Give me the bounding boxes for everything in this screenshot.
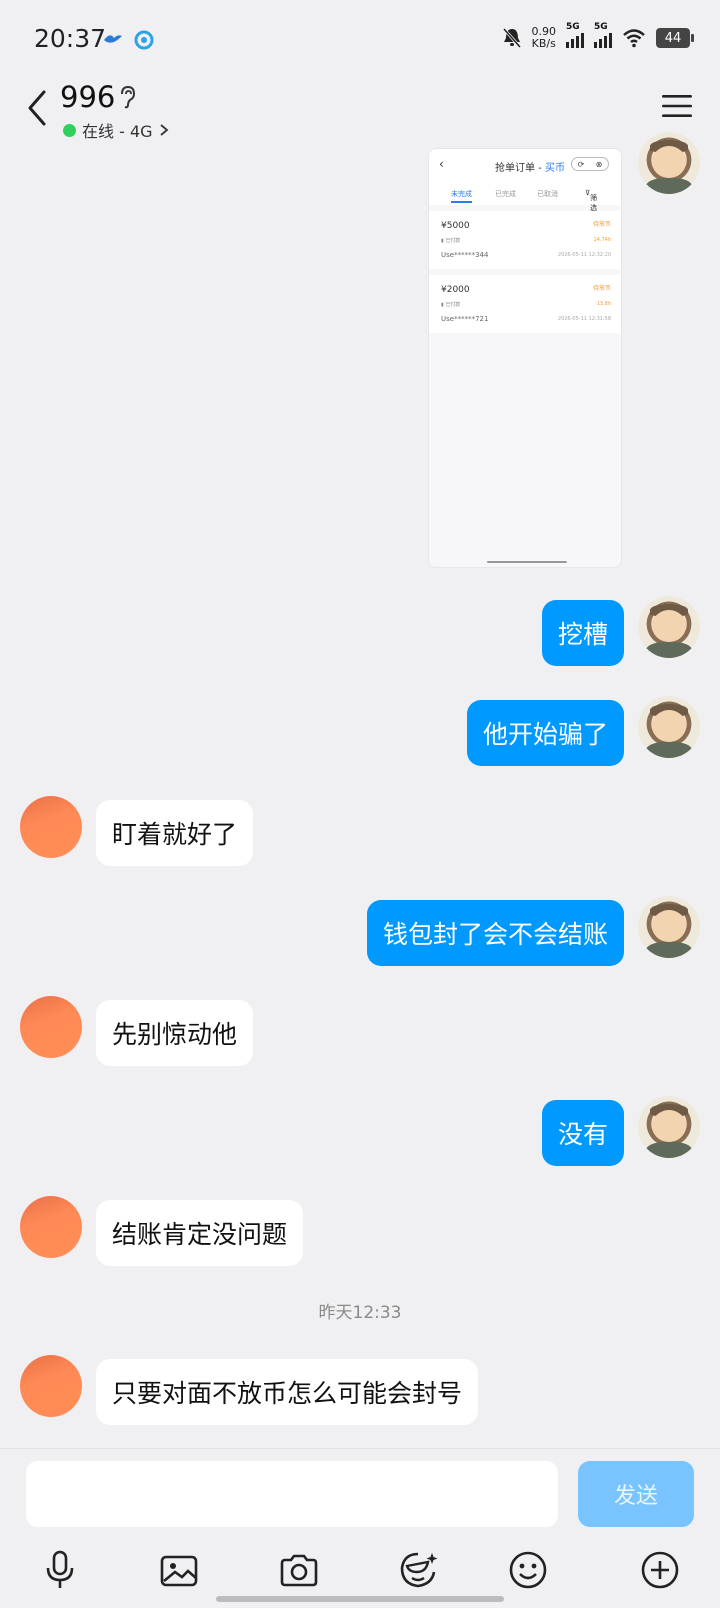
sent-message-bubble[interactable]: 钱包封了会不会结账 <box>366 900 624 966</box>
contact-avatar[interactable] <box>20 1196 82 1258</box>
status-time: 20:37 <box>34 24 107 53</box>
back-arrow-icon[interactable] <box>22 88 52 128</box>
signal-sim2: 5G <box>594 22 612 48</box>
presence-label: 在线 - 4G <box>82 122 153 141</box>
bell-muted-icon <box>502 28 521 48</box>
sent-message-bubble[interactable]: 他开始骗了 <box>466 700 624 766</box>
chat-title[interactable]: 996 <box>60 80 115 114</box>
send-button[interactable]: 发送 <box>578 1461 694 1527</box>
received-message-bubble[interactable]: 结账肯定没问题 <box>96 1200 304 1266</box>
app-notification-icon <box>134 30 154 50</box>
received-message-bubble[interactable]: 盯着就好了 <box>96 800 254 866</box>
signal-sim1: 5G <box>566 22 584 48</box>
my-avatar[interactable] <box>638 132 700 194</box>
timestamp-divider: 昨天12:33 <box>318 1303 402 1323</box>
menu-icon[interactable] <box>662 94 692 118</box>
wifi-icon <box>623 29 645 48</box>
online-dot <box>63 123 76 137</box>
emoji-icon[interactable] <box>505 1547 551 1593</box>
shot-order-card: ¥5000 待放币 ▮ 已付款 14.74h Use******344 2026… <box>429 211 621 269</box>
sent-message-bubble[interactable]: 没有 <box>541 1100 624 1166</box>
chevron-right-icon <box>159 124 168 136</box>
received-message-bubble[interactable]: 先别惊动他 <box>96 1000 254 1066</box>
shot-filter: ⊽ 筛选 <box>585 189 598 212</box>
image-message[interactable]: ‹ 抢单订单 - 买币 ⟳ ⊗ 未完成 已完成 已取消 ⊽ 筛选 ¥5000 待放… <box>428 148 622 568</box>
received-message-bubble[interactable]: 只要对面不放币怎么可能会封号 <box>96 1359 479 1425</box>
contact-avatar[interactable] <box>20 996 82 1058</box>
shot-home-bar <box>487 561 567 563</box>
my-avatar[interactable] <box>638 896 700 958</box>
contact-avatar[interactable] <box>20 1355 82 1417</box>
sticker-icon[interactable] <box>396 1547 442 1593</box>
battery-indicator: 44 <box>656 28 694 48</box>
shot-back-icon: ‹ <box>439 157 444 171</box>
sent-message-bubble[interactable]: 挖槽 <box>541 600 624 666</box>
my-avatar[interactable] <box>638 596 700 658</box>
notification-icons <box>102 30 154 50</box>
ear-icon[interactable] <box>118 85 136 109</box>
composer-toolbar <box>0 1547 720 1593</box>
my-avatar[interactable] <box>638 696 700 758</box>
composer: 发送 <box>0 1448 720 1608</box>
shot-title: 抢单订单 - 买币 <box>495 163 565 174</box>
home-indicator[interactable] <box>216 1596 504 1602</box>
shot-controls: ⟳ ⊗ <box>571 157 609 171</box>
status-indicators: 0.90 KB/s 5G 5G 44 <box>502 22 694 50</box>
shot-header: ‹ 抢单订单 - 买币 ⟳ ⊗ <box>429 149 621 185</box>
presence-status[interactable]: 在线 - 4G <box>63 118 169 142</box>
my-avatar[interactable] <box>638 1096 700 1158</box>
microphone-icon[interactable] <box>37 1547 83 1593</box>
shot-order-card: ¥2000 待放币 ▮ 已付款 13.8h Use******721 2026-… <box>429 275 621 333</box>
plus-icon[interactable] <box>637 1547 683 1593</box>
status-bar: 20:37 0.90 KB/s 5G 5G 44 <box>0 0 720 80</box>
contact-avatar[interactable] <box>20 796 82 858</box>
message-input[interactable] <box>26 1461 558 1527</box>
shot-tabs: 未完成 已完成 已取消 ⊽ 筛选 <box>429 185 621 212</box>
bird-notification-icon <box>104 35 122 43</box>
chat-header: 996 在线 - 4G <box>0 80 720 150</box>
net-speed: 0.90 KB/s <box>531 25 557 50</box>
camera-icon[interactable] <box>276 1547 322 1593</box>
image-icon[interactable] <box>157 1547 203 1593</box>
